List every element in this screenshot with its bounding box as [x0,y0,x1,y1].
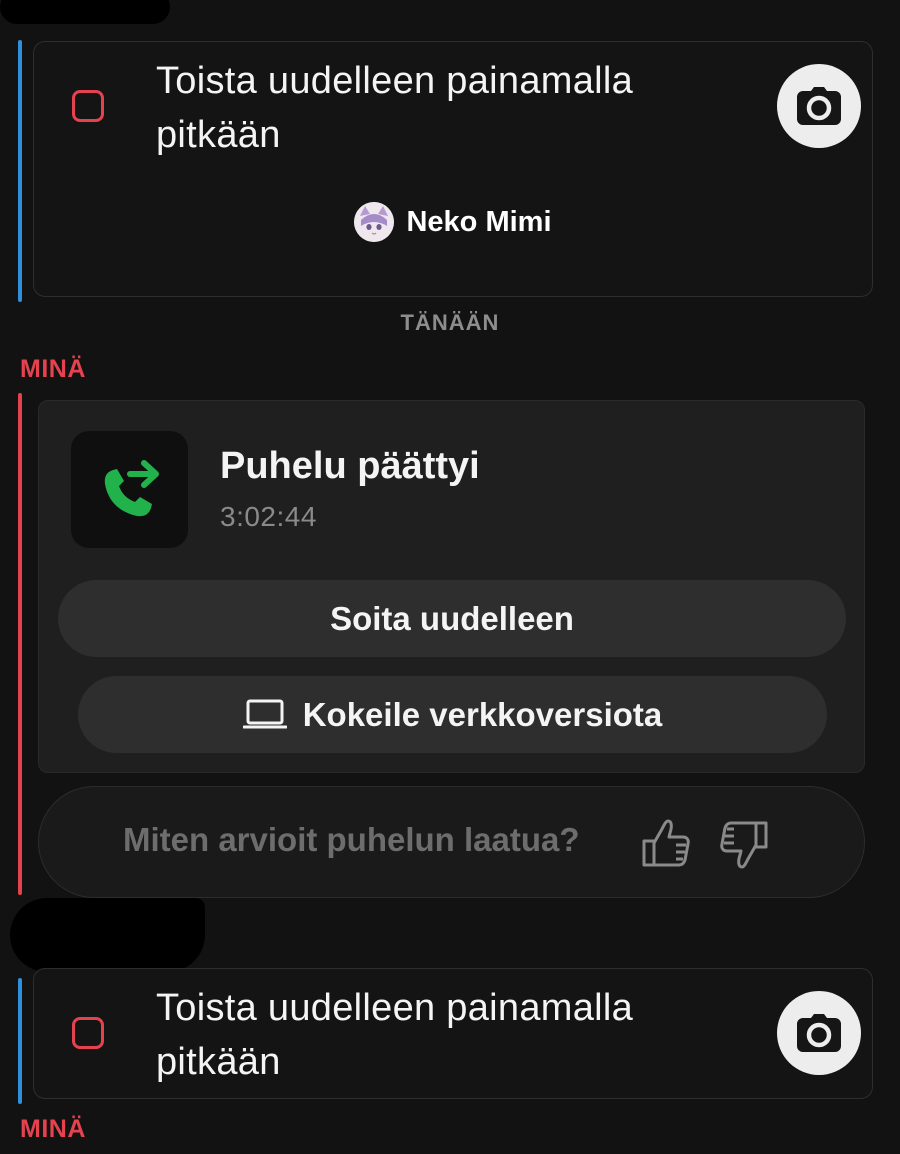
call-again-label: Soita uudelleen [330,599,574,637]
thread-bar-bottom [18,978,22,1104]
snap-author[interactable]: Neko Mimi [34,202,872,242]
snap-message-top[interactable]: Toista uudelleen painamalla pitkään Neko… [33,41,873,297]
thumbs-up-icon[interactable] [640,817,692,869]
outgoing-call-icon [104,459,159,516]
unopened-snap-icon [72,90,104,122]
sender-label: MINÄ [20,355,86,383]
snap-message-bottom[interactable]: Toista uudelleen painamalla pitkään [33,968,873,1099]
call-icon-tile [71,431,188,548]
redacted-name-top [0,0,170,24]
call-quality-rating: Miten arvioit puhelun laatua? [38,786,865,898]
try-web-version-button[interactable]: Kokeile verkkoversiota [78,676,827,753]
call-again-button[interactable]: Soita uudelleen [58,580,846,657]
rating-question: Miten arvioit puhelun laatua? [123,821,580,858]
try-web-version-label: Kokeile verkkoversiota [302,695,663,733]
call-duration: 3:02:44 [220,501,317,532]
snap-replay-hint: Toista uudelleen painamalla pitkään [156,60,634,156]
call-title: Puhelu päättyi [220,445,480,487]
author-avatar [354,202,395,242]
snap-replay-hint: Toista uudelleen painamalla pitkään [156,987,634,1083]
redacted-name-middle [10,898,205,972]
author-name: Neko Mimi [406,205,552,238]
unopened-snap-icon [72,1017,104,1049]
thumbs-down-icon[interactable] [718,819,770,871]
thread-bar-top [18,40,22,302]
camera-icon [797,87,841,125]
day-separator: TÄNÄÄN [400,310,500,335]
thread-bar-mine [18,393,22,895]
camera-button[interactable] [777,991,861,1075]
camera-icon [797,1014,841,1052]
call-ended-card: Puhelu päättyi 3:02:44 Soita uudelleen K… [38,400,865,773]
sender-label: MINÄ [20,1115,86,1143]
camera-button[interactable] [777,64,861,148]
laptop-icon [242,699,287,728]
